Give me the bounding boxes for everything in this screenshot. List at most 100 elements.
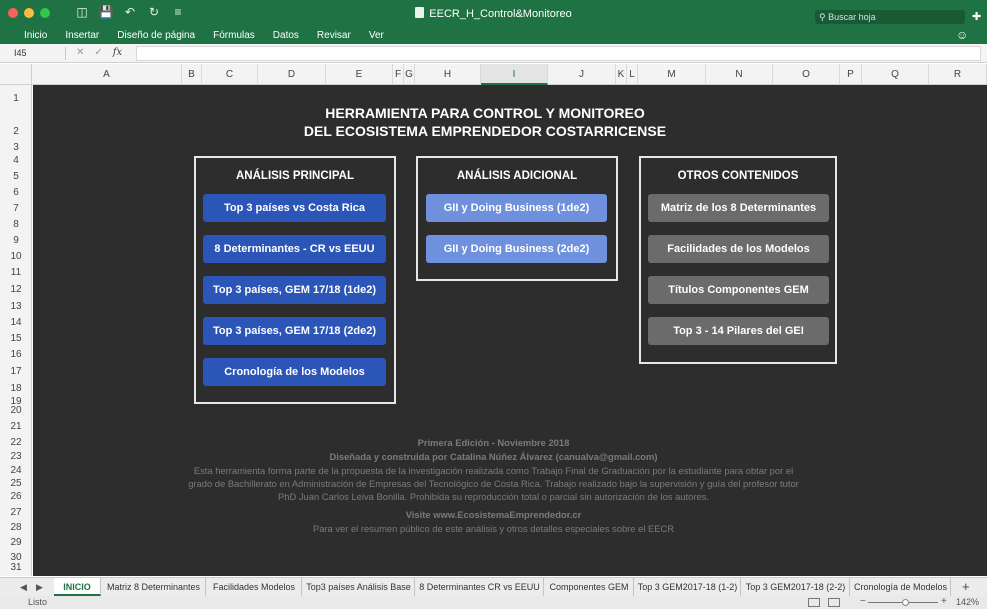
zoom-out-icon[interactable]: − xyxy=(860,596,866,607)
footer-description-1: Esta herramienta forma parte de la propu… xyxy=(193,465,794,476)
row-header[interactable]: 20 xyxy=(0,405,32,416)
row-header[interactable]: 16 xyxy=(0,349,32,360)
row-header[interactable]: 18 xyxy=(0,383,32,394)
menu-ver[interactable]: Ver xyxy=(369,30,393,41)
footer-visit-link[interactable]: Visite www.EcosistemaEmprendedor.cr xyxy=(0,509,987,520)
row-header[interactable]: 12 xyxy=(0,284,32,295)
tab-8-determinantes-cr-vs-eeuu[interactable]: 8 Determinantes CR vs EEUU xyxy=(416,578,544,596)
cancel-icon[interactable]: ✕ xyxy=(76,47,84,58)
column-header[interactable]: D xyxy=(258,64,326,85)
column-header[interactable]: H xyxy=(415,64,481,85)
button-titulos-componentes-gem[interactable]: Títulos Componentes GEM xyxy=(648,276,829,304)
search-placeholder: Buscar hoja xyxy=(828,12,876,22)
tab-scroll-left-icon[interactable]: ◀ xyxy=(20,582,27,593)
row-header[interactable]: 5 xyxy=(0,171,32,182)
confirm-icon[interactable]: ✓ xyxy=(94,47,102,58)
column-header[interactable]: K xyxy=(616,64,627,85)
zoom-in-icon[interactable]: + xyxy=(941,596,947,607)
column-header[interactable]: G xyxy=(404,64,415,85)
button-facilidades-modelos[interactable]: Facilidades de los Modelos xyxy=(648,235,829,263)
button-gii-doing-business-1de2[interactable]: GII y Doing Business (1de2) xyxy=(426,194,607,222)
menu-revisar[interactable]: Revisar xyxy=(317,30,360,41)
menu-insertar[interactable]: Insertar xyxy=(65,30,108,41)
feedback-smiley-icon[interactable]: ☺ xyxy=(956,28,968,42)
footer-description-2: grado de Bachillerato en Administración … xyxy=(188,478,799,489)
tab-top3-paises-analisis-base[interactable]: Top3 países Análisis Base xyxy=(303,578,415,596)
row-header[interactable]: 3 xyxy=(0,142,32,153)
tab-top3-gem-2-2[interactable]: Top 3 GEM2017-18 (2-2) xyxy=(742,578,850,596)
zoom-slider-knob[interactable] xyxy=(902,599,909,606)
tab-facilidades-modelos[interactable]: Facilidades Modelos xyxy=(207,578,302,596)
page-layout-view-icon[interactable] xyxy=(828,598,840,607)
row-header[interactable]: 17 xyxy=(0,366,32,377)
sheet-title-line-1: HERRAMIENTA PARA CONTROL Y MONITOREO xyxy=(325,105,645,121)
panel-title: ANÁLISIS PRINCIPAL xyxy=(236,170,354,182)
normal-view-icon[interactable] xyxy=(808,598,820,607)
column-header[interactable]: M xyxy=(638,64,706,85)
column-header[interactable]: C xyxy=(202,64,258,85)
row-header[interactable]: 31 xyxy=(0,562,32,573)
row-header[interactable]: 1 xyxy=(0,93,32,104)
add-sheet-icon[interactable]: + xyxy=(962,579,970,594)
row-header[interactable]: 6 xyxy=(0,187,32,198)
column-header[interactable]: P xyxy=(840,64,862,85)
ribbon-menu-bar: Inicio Insertar Diseño de página Fórmula… xyxy=(0,26,987,44)
row-header[interactable]: 21 xyxy=(0,421,32,432)
title-bar: ◫ 💾 ↶ ↻ ≡ EECR_H_Control&Monitoreo ⚲ Bus… xyxy=(0,0,987,26)
row-header[interactable]: 4 xyxy=(0,155,32,166)
column-header[interactable]: F xyxy=(393,64,404,85)
menu-formulas[interactable]: Fórmulas xyxy=(213,30,264,41)
button-cronologia-modelos[interactable]: Cronología de los Modelos xyxy=(203,358,386,386)
button-matriz-8-determinantes[interactable]: Matriz de los 8 Determinantes xyxy=(648,194,829,222)
formula-bar: I45 ✕ ✓ fx xyxy=(0,44,987,63)
button-8-determinantes-cr-vs-eeuu[interactable]: 8 Determinantes - CR vs EEUU xyxy=(203,235,386,263)
tab-inicio[interactable]: INICIO xyxy=(54,578,101,596)
button-top3-14-pilares-gei[interactable]: Top 3 - 14 Pilares del GEI xyxy=(648,317,829,345)
row-header[interactable]: 29 xyxy=(0,537,32,548)
row-header[interactable]: 11 xyxy=(0,267,32,278)
button-top3-vs-costa-rica[interactable]: Top 3 países vs Costa Rica xyxy=(203,194,386,222)
column-header[interactable]: J xyxy=(548,64,616,85)
column-header[interactable]: E xyxy=(326,64,393,85)
button-gii-doing-business-2de2[interactable]: GII y Doing Business (2de2) xyxy=(426,235,607,263)
column-header[interactable]: B xyxy=(182,64,202,85)
search-sheet-input[interactable]: ⚲ Buscar hoja xyxy=(815,10,965,24)
row-header[interactable]: 9 xyxy=(0,235,32,246)
column-header[interactable]: A xyxy=(32,64,182,85)
formula-controls: ✕ ✓ fx xyxy=(76,47,122,58)
tab-scroll-right-icon[interactable]: ▶ xyxy=(36,582,43,593)
menu-datos[interactable]: Datos xyxy=(273,30,308,41)
tab-matriz-8-determinantes[interactable]: Matriz 8 Determinantes xyxy=(102,578,206,596)
select-all-corner[interactable] xyxy=(0,64,32,85)
row-header[interactable]: 15 xyxy=(0,333,32,344)
view-mode-icons xyxy=(808,598,840,607)
menu-inicio[interactable]: Inicio xyxy=(24,30,56,41)
footer-description-3: PhD Juan Carlos Leiva Bonilla. Prohibida… xyxy=(278,491,709,502)
button-top3-gem-1de2[interactable]: Top 3 países, GEM 17/18 (1de2) xyxy=(203,276,386,304)
ribbon-tabs: Inicio Insertar Diseño de página Fórmula… xyxy=(24,30,402,41)
panel-title: ANÁLISIS ADICIONAL xyxy=(456,170,578,182)
column-header[interactable]: R xyxy=(929,64,987,85)
sheet-canvas: HERRAMIENTA PARA CONTROL Y MONITOREO DEL… xyxy=(33,85,987,576)
share-user-icon[interactable]: ✚ xyxy=(972,10,981,23)
column-header[interactable]: N xyxy=(706,64,773,85)
insert-function-icon[interactable]: fx xyxy=(113,47,122,58)
tab-componentes-gem[interactable]: Componentes GEM xyxy=(545,578,634,596)
row-header[interactable]: 7 xyxy=(0,203,32,214)
button-top3-gem-2de2[interactable]: Top 3 países, GEM 17/18 (2de2) xyxy=(203,317,386,345)
name-box[interactable]: I45 xyxy=(4,47,66,60)
tab-cronologia-modelos[interactable]: Cronología de Modelos xyxy=(851,578,951,596)
formula-input[interactable] xyxy=(136,46,981,61)
column-header[interactable]: Q xyxy=(862,64,929,85)
menu-diseno-pagina[interactable]: Diseño de página xyxy=(117,30,204,41)
row-header[interactable]: 13 xyxy=(0,301,32,312)
column-header-selected[interactable]: I xyxy=(481,64,548,85)
column-header[interactable]: O xyxy=(773,64,840,85)
document-icon xyxy=(415,7,425,18)
row-header[interactable]: 8 xyxy=(0,219,32,230)
column-header[interactable]: L xyxy=(627,64,638,85)
zoom-level: 142% xyxy=(956,597,980,607)
row-header[interactable]: 14 xyxy=(0,317,32,328)
row-header[interactable]: 10 xyxy=(0,251,32,262)
tab-top3-gem-1-2[interactable]: Top 3 GEM2017-18 (1-2) xyxy=(635,578,741,596)
